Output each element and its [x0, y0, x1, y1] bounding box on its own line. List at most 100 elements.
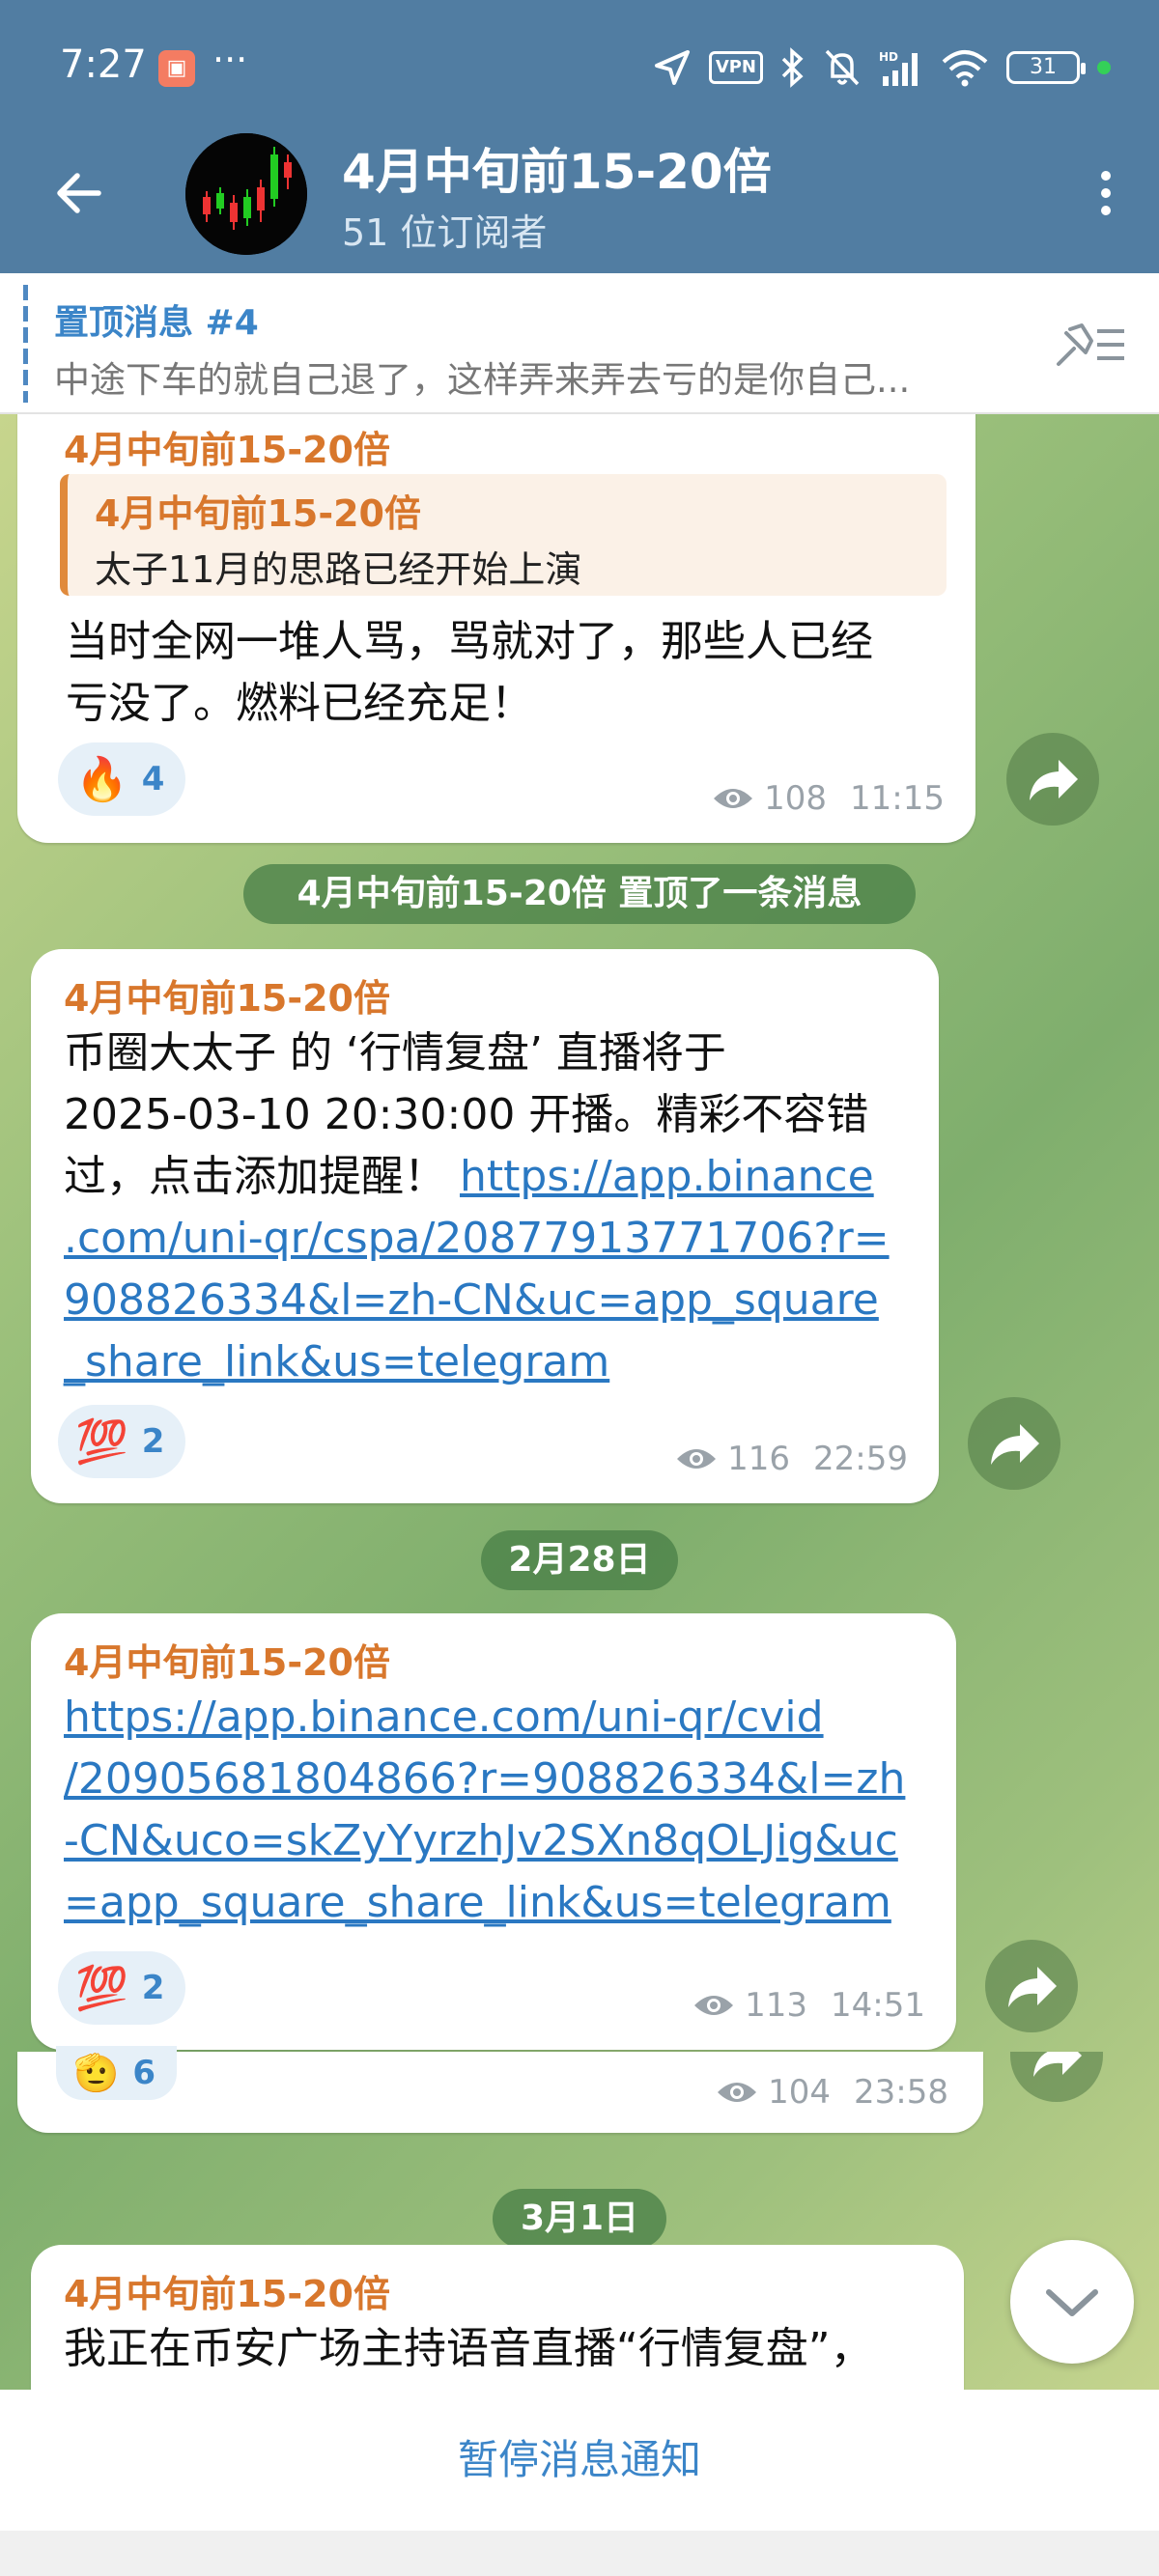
views-eye-icon: [694, 1996, 734, 2015]
bluetooth-icon: [781, 47, 804, 88]
top-app-bar: 7:27 ▣ ··· VPN HD 31 4月中旬前15-20倍 51 位订阅者: [0, 0, 1159, 273]
message-sender: 4月中旬前15-20倍: [64, 1641, 390, 1684]
reaction-count: 6: [132, 2054, 155, 2092]
share-button[interactable]: [1006, 733, 1099, 826]
privacy-indicator-dot: [1097, 61, 1111, 74]
share-button[interactable]: [968, 1397, 1060, 1490]
candlestick-chart-icon: [185, 133, 307, 255]
message-line: 我正在币安广场主持语音直播“行情复盘”，: [64, 2324, 873, 2373]
reaction-chip[interactable]: 💯 2: [58, 1951, 186, 2025]
message-time: 22:59: [813, 1440, 908, 1478]
wifi-icon: [942, 50, 988, 87]
message-meta: 113 14:51: [693, 1986, 925, 2025]
message-text: https://app.binance.com/uni-qr/cvid /209…: [64, 1687, 943, 1934]
views-count: 113: [745, 1986, 808, 2025]
back-arrow-icon[interactable]: [50, 164, 108, 222]
message-link[interactable]: .com/uni-qr/cspa/20877913771706?r=: [64, 1208, 923, 1270]
share-arrow-icon: [991, 1424, 1039, 1465]
message-line: 过，点击添加提醒！: [64, 1152, 446, 1201]
channel-avatar[interactable]: [185, 133, 307, 255]
message-link[interactable]: https://app.binance.com/uni-qr/cvid: [64, 1687, 943, 1749]
message-line: 2025-03-10 20:30:00 开播。精彩不容错: [64, 1090, 869, 1139]
message-bubble[interactable]: 4月中旬前15-20倍 币圈大太子 的 ‘行情复盘’ 直播将于 2025-03-…: [31, 949, 939, 1503]
pin-list-icon[interactable]: [1053, 322, 1130, 370]
channel-title[interactable]: 4月中旬前15-20倍: [342, 133, 772, 203]
pinned-message-bar[interactable]: 置顶消息 #4 中途下车的就自己退了，这样弄来弄去亏的是你自己...: [0, 273, 1159, 414]
cellular-signal-icon: HD: [879, 50, 918, 86]
system-navigation-bar: [0, 2531, 1159, 2576]
pinned-text: 中途下车的就自己退了，这样弄来弄去亏的是你自己...: [54, 359, 911, 401]
location-icon: [654, 50, 690, 85]
status-icons: VPN HD 31: [653, 44, 1111, 91]
message-text: 币圈大太子 的 ‘行情复盘’ 直播将于 2025-03-10 20:30:00 …: [64, 1022, 923, 1393]
subscriber-count: 51 位订阅者: [342, 211, 548, 254]
pinned-indicator: [23, 285, 28, 403]
share-arrow-icon: [1033, 2052, 1082, 2077]
reaction-count: 2: [141, 1969, 165, 2007]
views-eye-icon: [718, 2083, 757, 2102]
hundred-emoji-icon: 💯: [75, 1417, 128, 1467]
message-text: 我正在币安广场主持语音直播“行情复盘”，: [64, 2318, 952, 2380]
mute-notifications-button[interactable]: 暂停消息通知: [458, 2436, 701, 2483]
message-meta: 104 23:58: [716, 2073, 948, 2112]
mute-notifications-bar[interactable]: 暂停消息通知: [0, 2390, 1159, 2531]
quote-text: 太子11月的思路已经开始上演: [95, 548, 582, 591]
chat-area[interactable]: 4月中旬前15-20倍 4月中旬前15-20倍 太子11月的思路已经开始上演 当…: [0, 414, 1159, 2390]
reply-quote[interactable]: 4月中旬前15-20倍 太子11月的思路已经开始上演: [60, 474, 947, 596]
message-link[interactable]: /20905681804866?r=908826334&l=zh: [64, 1749, 943, 1810]
message-time: 11:15: [850, 779, 945, 818]
views-count: 104: [768, 2073, 832, 2112]
message-text: 当时全网一堆人骂，骂就对了，那些人已经 亏没了。燃料已经充足！: [66, 611, 873, 735]
reaction-chip[interactable]: 🫡 6: [56, 2046, 177, 2100]
status-time: 7:27: [60, 42, 147, 87]
svg-text:HD: HD: [879, 50, 898, 64]
message-meta: 116 22:59: [675, 1440, 908, 1478]
salute-emoji-icon: 🫡: [73, 2051, 120, 2094]
quote-sender: 4月中旬前15-20倍: [95, 492, 421, 535]
message-bubble[interactable]: 4月中旬前15-20倍 我正在币安广场主持语音直播“行情复盘”，: [31, 2245, 964, 2390]
message-link[interactable]: https://app.binance: [460, 1152, 874, 1201]
date-separator: 2月28日: [481, 1530, 678, 1590]
more-vertical-icon[interactable]: [1091, 164, 1120, 222]
reaction-count: 4: [141, 760, 165, 798]
notification-app-icon: ▣: [158, 50, 195, 87]
message-sender: 4月中旬前15-20倍: [64, 429, 390, 471]
message-link[interactable]: 908826334&l=zh-CN&uc=app_square: [64, 1270, 923, 1331]
service-message-pill: 4月中旬前15-20倍 置顶了一条消息: [243, 864, 916, 924]
mute-bell-icon: [825, 49, 860, 86]
reaction-chip[interactable]: 💯 2: [58, 1405, 186, 1478]
message-link[interactable]: =app_square_share_link&us=telegram: [64, 1872, 943, 1934]
reaction-count: 2: [141, 1422, 165, 1461]
status-bar: 7:27 ▣ ··· VPN HD 31: [0, 0, 1159, 135]
scroll-to-bottom-button[interactable]: [1010, 2240, 1134, 2364]
message-line: 币圈大太子 的 ‘行情复盘’ 直播将于: [64, 1028, 726, 1078]
views-eye-icon: [677, 1449, 717, 1469]
message-bubble[interactable]: 4月中旬前15-20倍 4月中旬前15-20倍 太子11月的思路已经开始上演 当…: [17, 414, 975, 843]
message-sender: 4月中旬前15-20倍: [64, 977, 390, 1020]
views-count: 108: [764, 779, 828, 818]
message-sender: 4月中旬前15-20倍: [64, 2273, 390, 2315]
share-arrow-icon: [1008, 1967, 1057, 2007]
more-notifications-icon: ···: [212, 39, 248, 81]
fire-emoji-icon: 🔥: [75, 755, 128, 804]
reaction-chip[interactable]: 🔥 4: [58, 742, 186, 816]
message-link[interactable]: -CN&uco=skZyYyrzhJv2SXn8qOLJig&uc: [64, 1810, 943, 1872]
message-time: 14:51: [831, 1986, 925, 2025]
message-time: 23:58: [854, 2073, 948, 2112]
message-bubble[interactable]: 4月中旬前15-20倍 https://app.binance.com/uni-…: [31, 1613, 956, 2050]
chevron-down-icon: [1046, 2289, 1098, 2316]
pinned-title: 置顶消息 #4: [54, 303, 259, 343]
share-arrow-icon: [1030, 760, 1078, 800]
message-line: 当时全网一堆人骂，骂就对了，那些人已经: [66, 617, 873, 666]
share-button[interactable]: [1010, 2052, 1103, 2102]
message-link[interactable]: _share_link&us=telegram: [64, 1331, 923, 1393]
message-line: 亏没了。燃料已经充足！: [66, 679, 533, 728]
message-bubble[interactable]: 🫡 6 104 23:58: [17, 2046, 983, 2133]
views-count: 116: [727, 1440, 791, 1478]
views-eye-icon: [714, 789, 753, 808]
vpn-icon: VPN: [708, 51, 763, 84]
message-meta: 108 11:15: [712, 779, 945, 818]
date-separator: 3月1日: [493, 2189, 666, 2249]
hundred-emoji-icon: 💯: [75, 1964, 128, 2013]
share-button[interactable]: [985, 1940, 1078, 2032]
